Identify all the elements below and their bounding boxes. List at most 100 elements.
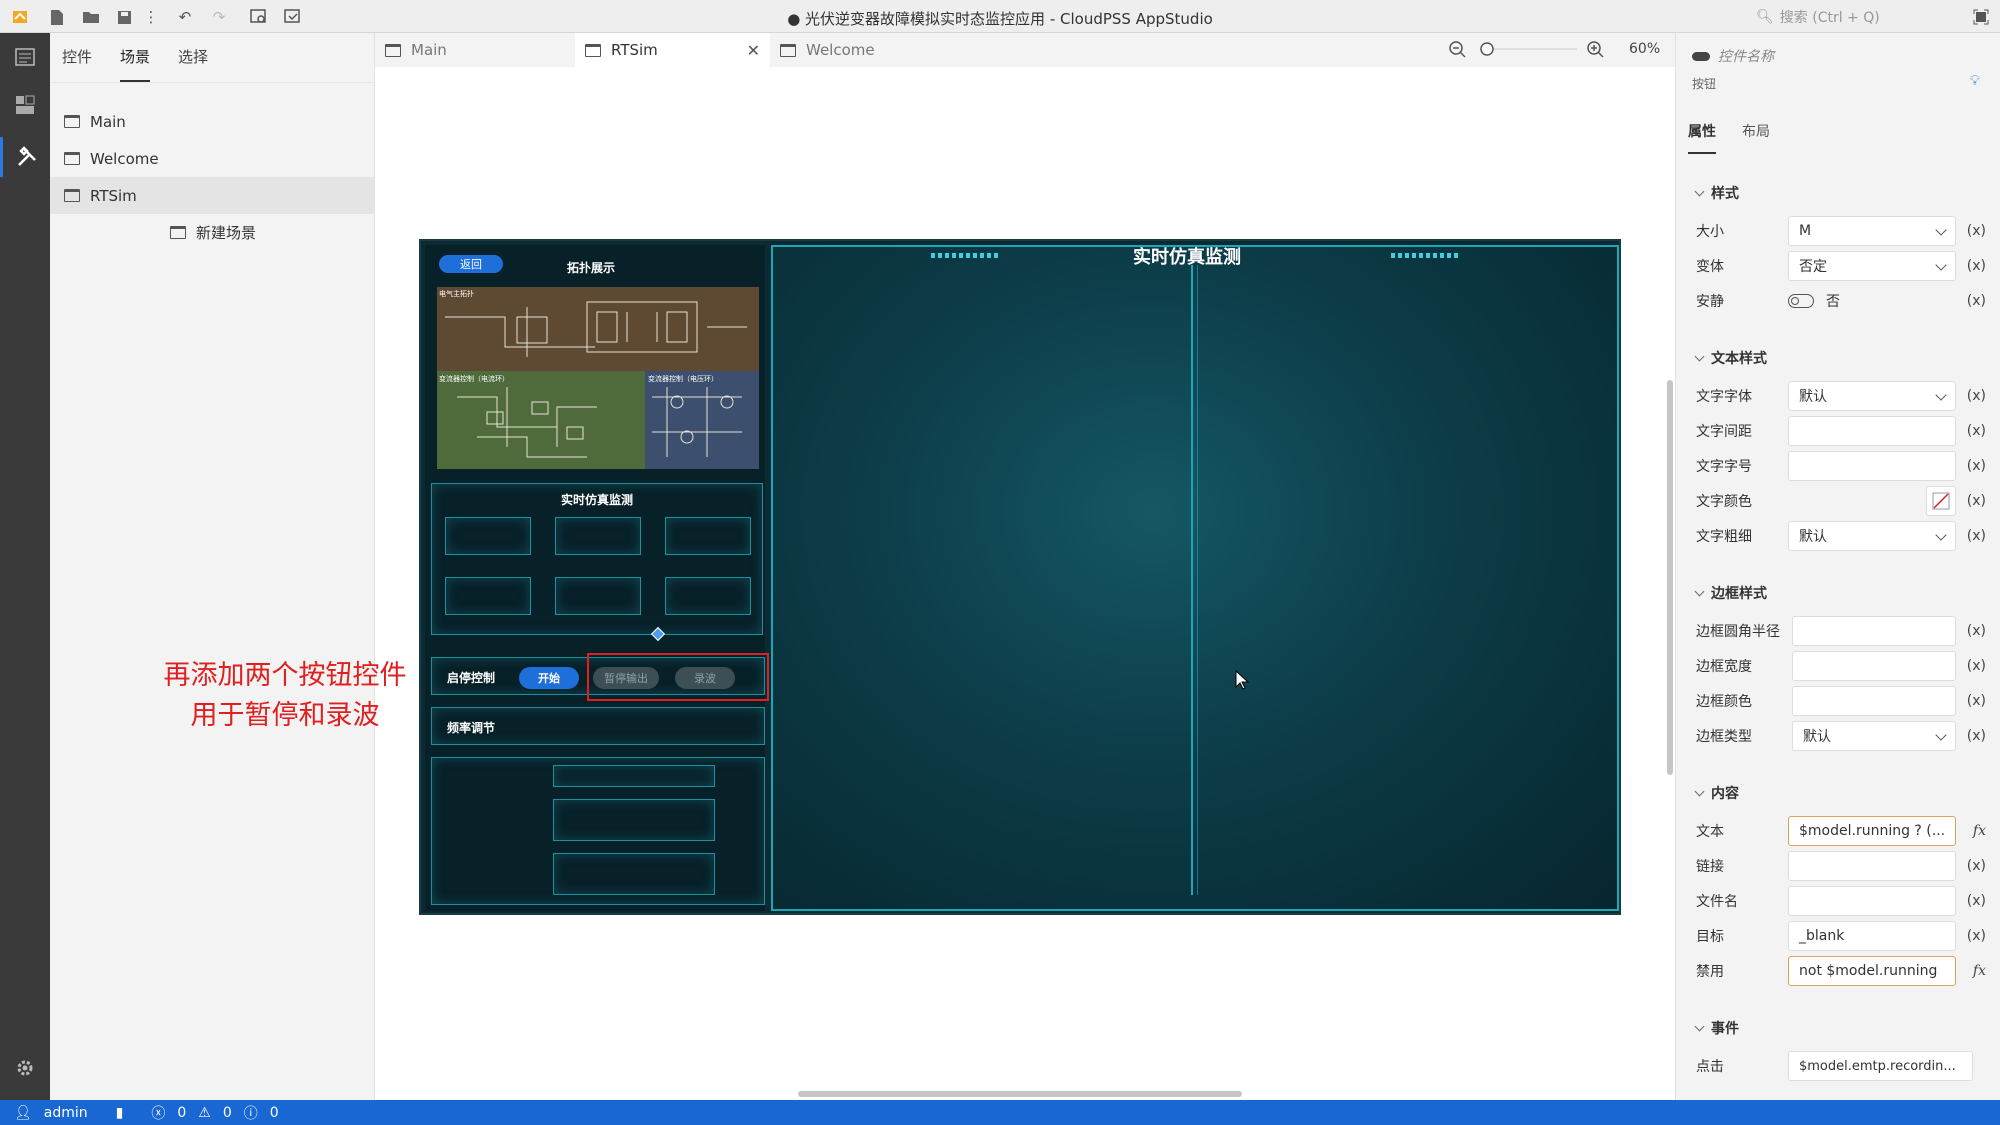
select-value: 默认: [1799, 529, 1827, 545]
filename-input[interactable]: [1788, 886, 1956, 916]
tab-label: RTSim: [611, 41, 658, 59]
monitor-cell: [445, 577, 531, 615]
zoom-out-icon[interactable]: [1449, 41, 1467, 63]
error-count[interactable]: 0: [177, 1105, 186, 1121]
tab-select[interactable]: 选择: [178, 46, 208, 82]
horizontal-scrollbar[interactable]: [798, 1091, 1242, 1097]
expression-toggle[interactable]: (x): [1967, 623, 1986, 639]
event-section-header[interactable]: 事件: [1694, 1018, 1739, 1038]
close-icon[interactable]: ✕: [747, 41, 760, 60]
spacing-input[interactable]: [1788, 416, 1956, 446]
expression-toggle[interactable]: (x): [1967, 728, 1986, 744]
select-value: 默认: [1799, 389, 1827, 405]
border-section-header[interactable]: 边框样式: [1694, 583, 1767, 603]
function-icon[interactable]: fx: [1973, 823, 1986, 839]
radius-input[interactable]: [1792, 616, 1956, 646]
expression-toggle[interactable]: (x): [1967, 928, 1986, 944]
zoom-in-icon[interactable]: [1587, 41, 1605, 63]
chevron-down-icon: [1694, 186, 1705, 196]
explorer-icon[interactable]: [0, 37, 50, 77]
main-monitor-panel: 实时仿真监测: [771, 245, 1619, 911]
expression-toggle[interactable]: (x): [1967, 388, 1986, 404]
content-section-header[interactable]: 内容: [1694, 783, 1739, 803]
color-swatch[interactable]: [1926, 486, 1956, 516]
tab-rtsim[interactable]: RTSim ✕: [575, 33, 770, 67]
link-input[interactable]: [1788, 851, 1956, 881]
scene-item-welcome[interactable]: Welcome: [50, 140, 374, 177]
prop-label: 边框类型: [1696, 729, 1752, 745]
vertical-scrollbar[interactable]: [1667, 380, 1673, 775]
tab-main[interactable]: Main: [375, 33, 575, 67]
style-section-header[interactable]: 样式: [1694, 183, 1739, 203]
maximize-icon[interactable]: [1972, 8, 1990, 26]
warning-count[interactable]: 0: [223, 1105, 232, 1121]
input-value: _blank: [1799, 928, 1845, 944]
start-button[interactable]: 开始: [519, 667, 579, 689]
components-icon[interactable]: [0, 85, 50, 125]
weight-select[interactable]: 默认: [1788, 521, 1956, 551]
zoom-level: 60%: [1629, 41, 1661, 57]
quiet-toggle[interactable]: [1788, 294, 1814, 308]
scene-sidebar: 控件 场景 选择 Main Welcome RTSim 新建场景: [50, 33, 375, 1100]
scene-item-main[interactable]: Main: [50, 103, 374, 140]
expression-toggle[interactable]: (x): [1967, 693, 1986, 709]
font-select[interactable]: 默认: [1788, 381, 1956, 411]
disabled-input[interactable]: not $model.running: [1788, 956, 1956, 986]
quiet-row: 安静 否 (x): [1696, 286, 1986, 316]
lightbulb-icon[interactable]: 💡︎: [1970, 73, 1980, 89]
expression-toggle[interactable]: (x): [1967, 893, 1986, 909]
prop-label: 文字颜色: [1696, 494, 1752, 510]
expression-toggle[interactable]: (x): [1967, 458, 1986, 474]
border-width-input[interactable]: [1792, 651, 1956, 681]
expression-toggle[interactable]: (x): [1967, 528, 1986, 544]
click-input[interactable]: $model.emtp.recordin...: [1788, 1051, 1973, 1081]
expression-toggle[interactable]: (x): [1967, 258, 1986, 274]
info-count[interactable]: 0: [270, 1105, 279, 1121]
tab-welcome[interactable]: Welcome: [770, 33, 970, 67]
scene-item-rtsim[interactable]: RTSim: [50, 177, 374, 214]
tab-properties[interactable]: 属性: [1688, 121, 1716, 154]
control-name-field[interactable]: 控件名称: [1692, 46, 1774, 66]
tab-controls[interactable]: 控件: [62, 46, 92, 82]
new-scene-label: 新建场景: [196, 224, 257, 242]
tab-scenes[interactable]: 场景: [120, 46, 151, 82]
sync-icon[interactable]: ▮: [116, 1105, 124, 1121]
prop-label: 边框宽度: [1696, 659, 1752, 675]
prop-label: 文字粗细: [1696, 529, 1752, 545]
search-box[interactable]: 🔍︎ 搜索 (Ctrl + Q): [1756, 6, 1956, 28]
border-color-row: 边框颜色 (x): [1696, 686, 1986, 716]
border-color-input[interactable]: [1792, 686, 1956, 716]
expression-toggle[interactable]: (x): [1967, 423, 1986, 439]
frequency-slot: [553, 853, 715, 895]
border-type-select[interactable]: 默认: [1792, 721, 1956, 751]
text-input[interactable]: $model.running ? (...: [1788, 816, 1956, 846]
decor-dashes: [1391, 253, 1461, 258]
tools-icon[interactable]: [0, 137, 50, 177]
text-style-section-header[interactable]: 文本样式: [1694, 348, 1767, 368]
variant-select[interactable]: 否定: [1788, 251, 1956, 281]
monitor-cell: [665, 577, 751, 615]
scene-list: Main Welcome RTSim 新建场景: [50, 103, 374, 251]
expression-toggle[interactable]: (x): [1967, 658, 1986, 674]
zoom-slider[interactable]: [1477, 39, 1577, 63]
scene-item-label: RTSim: [90, 186, 137, 205]
tab-layout[interactable]: 布局: [1742, 121, 1770, 154]
new-scene-button[interactable]: 新建场景: [50, 214, 374, 251]
user-name[interactable]: admin: [44, 1105, 88, 1121]
fontsize-input[interactable]: [1788, 451, 1956, 481]
expression-toggle[interactable]: (x): [1967, 493, 1986, 509]
function-icon[interactable]: fx: [1973, 963, 1986, 979]
monitor-border-line: [1617, 245, 1619, 911]
border-type-row: 边框类型 默认 (x): [1696, 721, 1986, 751]
expression-toggle[interactable]: (x): [1967, 858, 1986, 874]
input-value: $model.emtp.recordin...: [1799, 1058, 1956, 1074]
size-select[interactable]: M: [1788, 216, 1956, 246]
scene-stage[interactable]: 返回 拓扑展示 电气主拓扑 变流器控制（电流环） 变流器控制（电压环） 实时仿真…: [419, 239, 1621, 915]
back-button[interactable]: 返回: [439, 255, 503, 273]
expression-toggle[interactable]: (x): [1967, 293, 1986, 309]
info-icon: ⓘ: [243, 1105, 258, 1122]
settings-icon[interactable]: [0, 1048, 50, 1088]
target-input[interactable]: _blank: [1788, 921, 1956, 951]
prop-label: 大小: [1696, 224, 1724, 240]
expression-toggle[interactable]: (x): [1967, 223, 1986, 239]
